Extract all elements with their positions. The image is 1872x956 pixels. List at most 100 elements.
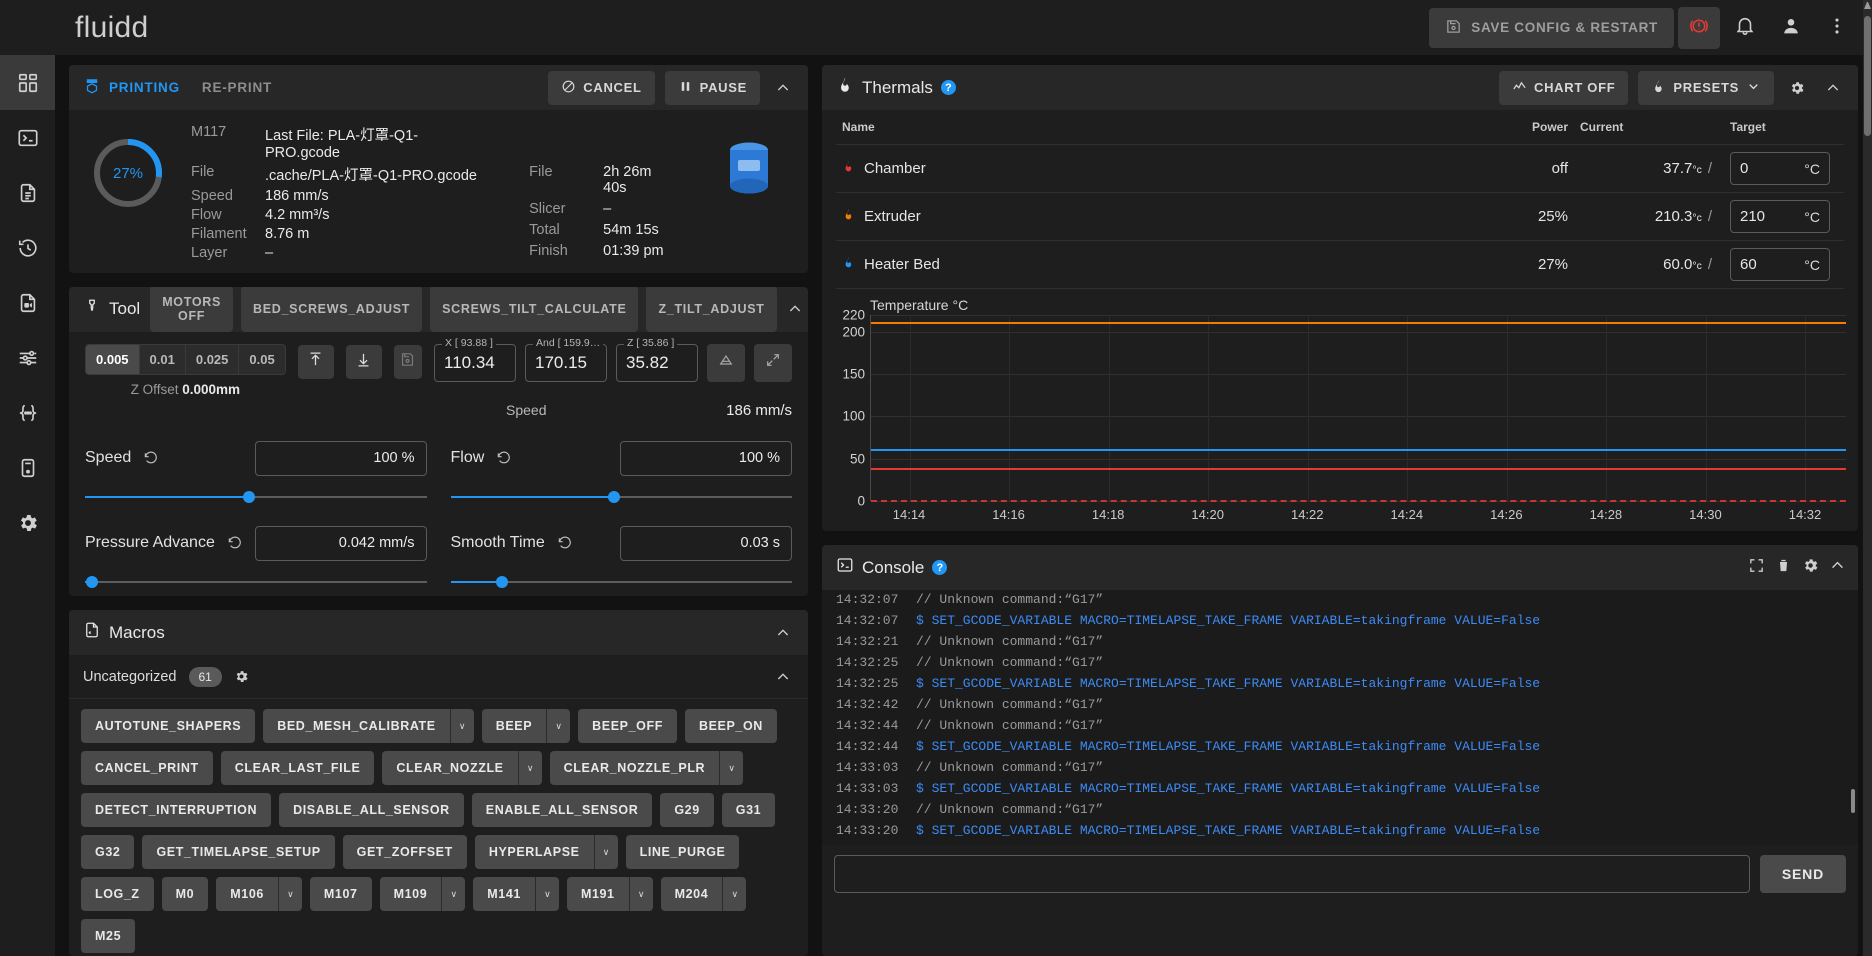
z-step-005[interactable]: 0.05	[239, 345, 284, 374]
macro-button-label[interactable]: M25	[81, 919, 135, 953]
macro-button-label[interactable]: CLEAR_NOZZLE_PLR	[550, 751, 720, 785]
console-input[interactable]	[834, 855, 1750, 893]
help-icon[interactable]: ?	[932, 560, 947, 575]
fullscreen-icon[interactable]	[1748, 557, 1765, 579]
macro-button[interactable]: BEEP∨	[482, 709, 570, 743]
macro-button-label[interactable]: CLEAR_LAST_FILE	[221, 751, 375, 785]
chevron-down-icon[interactable]: ∨	[441, 877, 465, 911]
macro-button-label[interactable]: M204	[661, 877, 723, 911]
macro-button[interactable]: M107	[310, 877, 372, 911]
tab-printing[interactable]: PRINTING	[83, 77, 180, 98]
macro-button-label[interactable]: DETECT_INTERRUPTION	[81, 793, 271, 827]
chevron-down-icon[interactable]: ∨	[518, 751, 542, 785]
chevron-down-icon[interactable]: ∨	[546, 709, 570, 743]
chevron-down-icon[interactable]: ∨	[594, 835, 618, 869]
chart-toggle-button[interactable]: CHART OFF	[1499, 71, 1628, 105]
z-offset-up-button[interactable]	[298, 345, 334, 379]
chevron-down-icon[interactable]: ∨	[278, 877, 302, 911]
z-step-0005[interactable]: 0.005	[86, 345, 140, 374]
slider-speed-track[interactable]	[85, 490, 427, 504]
sidebar-item-timelapse[interactable]	[0, 275, 55, 330]
macro-button[interactable]: BEEP_ON	[685, 709, 777, 743]
macro-button[interactable]: CLEAR_NOZZLE∨	[382, 751, 541, 785]
macro-button-label[interactable]: AUTOTUNE_SHAPERS	[81, 709, 255, 743]
thermals-settings-button[interactable]	[1784, 75, 1810, 101]
collapse-thermals-button[interactable]	[1820, 75, 1846, 101]
console-output[interactable]: 14:31:48$ SET_GCODE_VARIABLE MACRO=TIMEL…	[822, 590, 1858, 845]
macro-button[interactable]: ENABLE_ALL_SENSOR	[472, 793, 653, 827]
slider-pressure-advance-track[interactable]	[85, 575, 427, 589]
macro-button[interactable]: DISABLE_ALL_SENSOR	[279, 793, 464, 827]
chevron-down-icon[interactable]: ∨	[450, 709, 474, 743]
sidebar-item-tune[interactable]	[0, 330, 55, 385]
axis-z-field[interactable]: Z [ 35.86 ] 35.82	[616, 344, 698, 382]
pause-print-button[interactable]: PAUSE	[665, 71, 760, 105]
z-tilt-adjust-button[interactable]: Z_TILT_ADJUST	[646, 287, 776, 333]
macro-button-label[interactable]: ENABLE_ALL_SENSOR	[472, 793, 653, 827]
kebab-menu-button[interactable]	[1816, 7, 1858, 49]
scrollbar-thumb[interactable]	[1864, 16, 1871, 136]
motors-off-button[interactable]: MOTORS OFF	[150, 287, 233, 333]
slider-flow-track[interactable]	[451, 490, 793, 504]
reset-smooth-time-icon[interactable]	[557, 535, 573, 551]
sidebar-item-dashboard[interactable]	[0, 55, 55, 110]
macro-button-label[interactable]: M106	[216, 877, 278, 911]
axis-x-field[interactable]: X [ 93.88 ] 110.34	[434, 344, 516, 382]
macro-button-label[interactable]: G29	[660, 793, 713, 827]
z-offset-save-button[interactable]	[394, 345, 422, 379]
macro-button-label[interactable]: GET_ZOFFSET	[343, 835, 467, 869]
macro-button[interactable]: BEEP_OFF	[578, 709, 677, 743]
slider-flow-input[interactable]: 100 %	[620, 441, 792, 476]
z-step-selector[interactable]: 0.005 0.01 0.025 0.05	[85, 344, 286, 375]
collapse-tool-button[interactable]	[787, 296, 803, 322]
slider-smooth-time-track[interactable]	[451, 575, 793, 589]
macro-button-label[interactable]: M109	[380, 877, 442, 911]
tab-reprint[interactable]: RE-PRINT	[202, 80, 272, 95]
macros-settings-icon[interactable]	[234, 669, 249, 684]
macro-button[interactable]: AUTOTUNE_SHAPERS	[81, 709, 255, 743]
macro-button[interactable]: M25	[81, 919, 135, 953]
sidebar-item-history[interactable]	[0, 220, 55, 275]
macro-button[interactable]: CANCEL_PRINT	[81, 751, 213, 785]
help-icon[interactable]: ?	[941, 80, 956, 95]
macro-button[interactable]: G32	[81, 835, 134, 869]
macros-group-row[interactable]: Uncategorized 61	[69, 655, 808, 699]
console-settings-icon[interactable]	[1802, 557, 1819, 579]
collapse-macros-button[interactable]	[770, 620, 796, 646]
reset-flow-icon[interactable]	[496, 450, 512, 466]
slider-pressure-advance-input[interactable]: 0.042 mm/s	[255, 526, 427, 561]
macro-button[interactable]: M106∨	[216, 877, 302, 911]
collapse-console-icon[interactable]	[1829, 557, 1846, 579]
macro-button[interactable]: CLEAR_NOZZLE_PLR∨	[550, 751, 744, 785]
emergency-stop-button[interactable]	[1678, 7, 1720, 49]
macro-button-label[interactable]: BEEP_ON	[685, 709, 777, 743]
macro-button[interactable]: M109∨	[380, 877, 466, 911]
macro-button-label[interactable]: BEEP_OFF	[578, 709, 677, 743]
macro-button[interactable]: G29	[660, 793, 713, 827]
macro-button-label[interactable]: M0	[162, 877, 209, 911]
macro-button-label[interactable]: M141	[473, 877, 535, 911]
notifications-button[interactable]	[1724, 7, 1766, 49]
macro-button[interactable]: GET_TIMELAPSE_SETUP	[142, 835, 334, 869]
macro-button[interactable]: HYPERLAPSE∨	[475, 835, 618, 869]
collapse-status-button[interactable]	[770, 75, 796, 101]
macro-button-label[interactable]: G31	[722, 793, 775, 827]
axis-y-field[interactable]: And [ 159.9… 170.15	[525, 344, 607, 382]
macro-button[interactable]: M191∨	[567, 877, 653, 911]
chevron-down-icon[interactable]: ∨	[629, 877, 653, 911]
account-button[interactable]	[1770, 7, 1812, 49]
save-config-restart-button[interactable]: SAVE CONFIG & RESTART	[1429, 8, 1674, 48]
sidebar-item-settings[interactable]	[0, 495, 55, 550]
macro-button[interactable]: BED_MESH_CALIBRATE∨	[263, 709, 474, 743]
sidebar-item-gcode-macros[interactable]	[0, 385, 55, 440]
macro-button[interactable]: CLEAR_LAST_FILE	[221, 751, 375, 785]
macro-button-label[interactable]: CLEAR_NOZZLE	[382, 751, 517, 785]
macro-button-label[interactable]: BED_MESH_CALIBRATE	[263, 709, 450, 743]
z-step-0025[interactable]: 0.025	[186, 345, 240, 374]
screws-tilt-calculate-button[interactable]: SCREWS_TILT_CALCULATE	[430, 287, 638, 333]
bed-screws-adjust-button[interactable]: BED_SCREWS_ADJUST	[241, 287, 422, 333]
macro-button[interactable]: M0	[162, 877, 209, 911]
macro-button-label[interactable]: CANCEL_PRINT	[81, 751, 213, 785]
clear-console-icon[interactable]	[1775, 557, 1792, 579]
collapse-macros-group-button[interactable]	[770, 664, 796, 690]
